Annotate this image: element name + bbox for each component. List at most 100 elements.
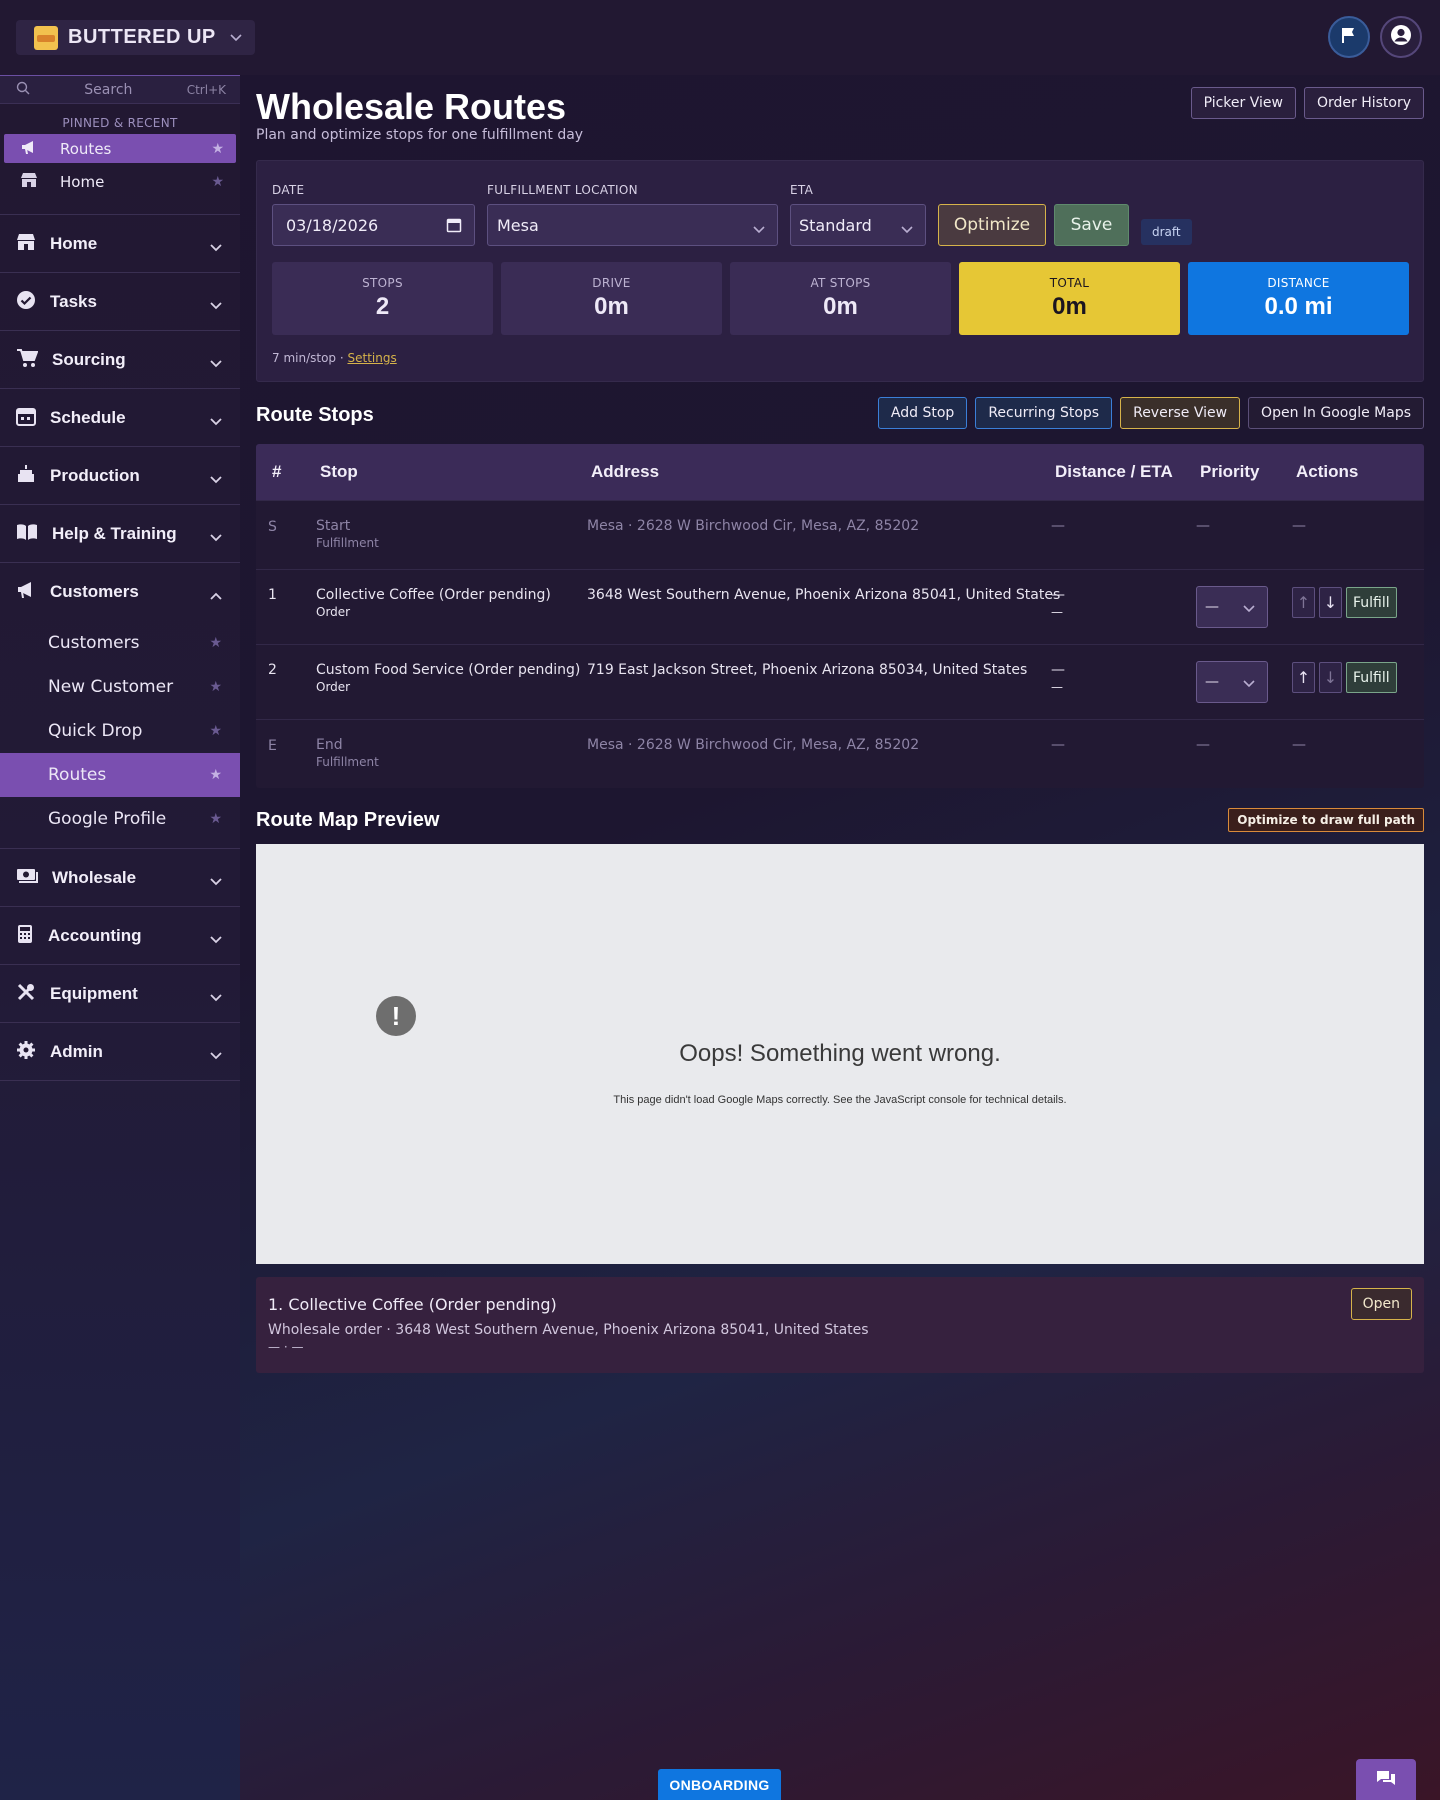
chevron-down-icon bbox=[210, 929, 222, 948]
priority-select[interactable]: — bbox=[1196, 586, 1268, 628]
nav-section-production[interactable]: Production bbox=[0, 447, 240, 505]
stat-drive: DRIVE 0m bbox=[501, 262, 722, 335]
chevron-down-icon bbox=[1243, 676, 1255, 692]
nav-section-label: Sourcing bbox=[52, 349, 126, 369]
chevron-down-icon bbox=[210, 987, 222, 1006]
pinned-item-routes[interactable]: Routes ★ bbox=[4, 134, 236, 163]
chevron-down-icon bbox=[210, 1045, 222, 1064]
stop-actions: — bbox=[1292, 518, 1306, 534]
sidebar: Search Ctrl+K PINNED & RECENT Routes ★ H… bbox=[0, 75, 240, 1800]
move-up-button[interactable]: ↑ bbox=[1292, 662, 1315, 693]
nav-section-label: Schedule bbox=[50, 407, 126, 427]
nav-section-equipment[interactable]: Equipment bbox=[0, 965, 240, 1023]
stop-priority: — bbox=[1196, 518, 1210, 534]
col-num: # bbox=[272, 462, 282, 481]
move-up-button[interactable]: ↑ bbox=[1292, 587, 1315, 618]
nav-section-schedule[interactable]: Schedule bbox=[0, 389, 240, 447]
stop-time-text: 7 min/stop · bbox=[272, 351, 348, 365]
priority-select[interactable]: — bbox=[1196, 661, 1268, 703]
nav-section-home[interactable]: Home bbox=[0, 215, 240, 273]
nav-section-label: Admin bbox=[50, 1041, 103, 1061]
search-shortcut: Ctrl+K bbox=[186, 82, 226, 97]
nav-section-wholesale[interactable]: Wholesale bbox=[0, 849, 240, 907]
col-priority: Priority bbox=[1200, 462, 1260, 481]
chat-button[interactable] bbox=[1356, 1759, 1416, 1800]
sidebar-item-new-customer[interactable]: New Customer ★ bbox=[0, 665, 240, 709]
eta-select[interactable]: Standard bbox=[790, 204, 926, 246]
search-input[interactable]: Search Ctrl+K bbox=[0, 75, 240, 104]
move-down-button[interactable]: ↓ bbox=[1319, 662, 1342, 693]
stop-type: Order bbox=[316, 605, 351, 619]
nav-section-label: Equipment bbox=[50, 983, 138, 1003]
nav-section-customers[interactable]: Customers bbox=[0, 563, 240, 621]
calendar-icon[interactable] bbox=[446, 217, 462, 237]
onboarding-button[interactable]: ONBOARDING bbox=[658, 1769, 781, 1800]
stop-distance: — bbox=[1051, 662, 1065, 678]
chevron-down-icon bbox=[210, 411, 222, 430]
order-history-button[interactable]: Order History bbox=[1303, 87, 1424, 119]
col-stop: Stop bbox=[320, 462, 358, 481]
flag-button[interactable] bbox=[1328, 16, 1370, 58]
top-bar: BUTTERED UP bbox=[0, 0, 1440, 75]
nav-section-admin[interactable]: Admin bbox=[0, 1023, 240, 1081]
star-icon[interactable]: ★ bbox=[209, 767, 222, 783]
fulfill-button[interactable]: Fulfill bbox=[1346, 662, 1397, 693]
optimize-button[interactable]: Optimize bbox=[938, 204, 1046, 246]
tools-icon bbox=[16, 982, 36, 1006]
stat-label: AT STOPS bbox=[810, 276, 871, 290]
settings-link[interactable]: Settings bbox=[347, 351, 396, 365]
pinned-item-home[interactable]: Home ★ bbox=[4, 167, 236, 196]
sidebar-item-quick-drop[interactable]: Quick Drop ★ bbox=[0, 709, 240, 753]
sidebar-item-label: Customers bbox=[48, 633, 140, 653]
recurring-stops-button[interactable]: Recurring Stops bbox=[975, 397, 1113, 429]
chevron-down-icon bbox=[210, 469, 222, 488]
nav-section-label: Wholesale bbox=[52, 867, 137, 887]
stat-label: STOPS bbox=[362, 276, 403, 290]
sidebar-item-google-profile[interactable]: Google Profile ★ bbox=[0, 797, 240, 841]
stat-label: DRIVE bbox=[592, 276, 631, 290]
user-menu-button[interactable] bbox=[1380, 16, 1422, 58]
brand-switcher[interactable]: BUTTERED UP bbox=[16, 20, 255, 55]
star-icon[interactable]: ★ bbox=[209, 679, 222, 695]
nav-section-sourcing[interactable]: Sourcing bbox=[0, 331, 240, 389]
star-icon[interactable]: ★ bbox=[211, 174, 224, 190]
eta-label: ETA bbox=[790, 183, 814, 197]
star-icon[interactable]: ★ bbox=[209, 811, 222, 827]
reverse-view-button[interactable]: Reverse View bbox=[1120, 397, 1241, 429]
star-icon[interactable]: ★ bbox=[209, 723, 222, 739]
stop-address: 3648 West Southern Avenue, Phoenix Arizo… bbox=[587, 587, 1061, 603]
sidebar-item-customers[interactable]: Customers ★ bbox=[0, 621, 240, 665]
stop-eta: — bbox=[1051, 605, 1063, 619]
chevron-down-icon bbox=[210, 237, 222, 256]
row-num: 2 bbox=[268, 662, 277, 678]
check-circle-icon bbox=[16, 290, 36, 314]
sidebar-item-routes[interactable]: Routes ★ bbox=[0, 753, 240, 797]
stop-card-subtitle: Wholesale order · 3648 West Southern Ave… bbox=[268, 1322, 869, 1338]
nav-section-tasks[interactable]: Tasks bbox=[0, 273, 240, 331]
nav-section-help-training[interactable]: Help & Training bbox=[0, 505, 240, 563]
pinned-item-label: Routes bbox=[60, 139, 112, 158]
chevron-down-icon bbox=[210, 527, 222, 546]
date-input[interactable]: 03/18/2026 bbox=[272, 204, 475, 246]
add-stop-button[interactable]: Add Stop bbox=[877, 397, 968, 429]
save-button[interactable]: Save bbox=[1054, 204, 1129, 246]
location-select[interactable]: Mesa bbox=[487, 204, 778, 246]
stat-label: TOTAL bbox=[1049, 276, 1090, 290]
megaphone-icon bbox=[16, 581, 36, 603]
star-icon[interactable]: ★ bbox=[211, 141, 224, 157]
table-row: 2 Custom Food Service (Order pending) Or… bbox=[256, 644, 1424, 719]
star-icon[interactable]: ★ bbox=[209, 635, 222, 651]
table-header: # Stop Address Distance / ETA Priority A… bbox=[256, 444, 1424, 500]
move-down-button[interactable]: ↓ bbox=[1319, 587, 1342, 618]
date-value: 03/18/2026 bbox=[286, 215, 379, 235]
gear-icon bbox=[16, 1040, 36, 1064]
stat-value: 0.0 mi bbox=[1264, 293, 1333, 320]
pinned-title: PINNED & RECENT bbox=[62, 116, 178, 130]
fulfill-button[interactable]: Fulfill bbox=[1346, 587, 1397, 618]
open-google-maps-button[interactable]: Open In Google Maps bbox=[1248, 397, 1424, 429]
picker-view-button[interactable]: Picker View bbox=[1190, 87, 1296, 119]
open-button[interactable]: Open bbox=[1350, 1288, 1412, 1320]
route-map[interactable]: ! Oops! Something went wrong. This page … bbox=[256, 844, 1424, 1264]
nav-section-accounting[interactable]: Accounting bbox=[0, 907, 240, 965]
row-num: S bbox=[268, 519, 277, 535]
